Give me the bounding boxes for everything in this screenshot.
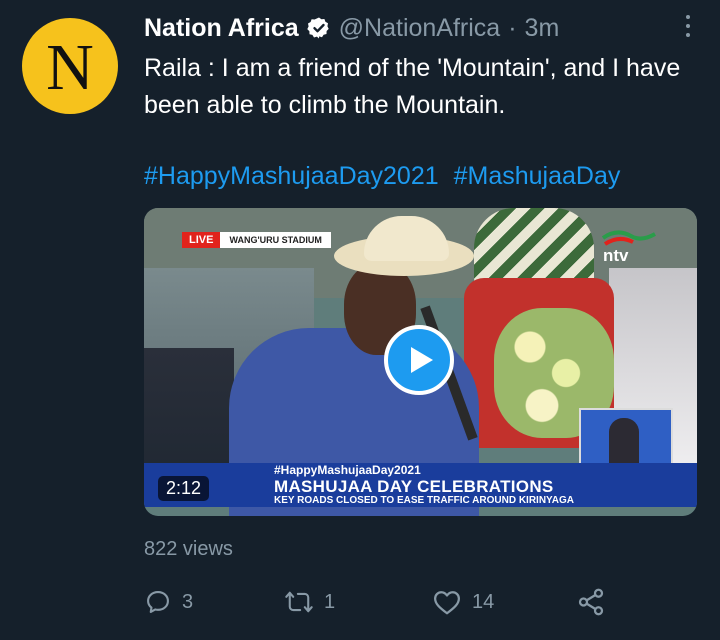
verified-badge-icon xyxy=(306,16,331,40)
view-count: 822 views xyxy=(144,538,233,560)
like-count: 14 xyxy=(472,590,495,613)
user-handle[interactable]: @NationAfrica xyxy=(339,14,501,43)
avatar-initial: N xyxy=(46,31,94,104)
banner-subtitle: KEY ROADS CLOSED TO EASE TRAFFIC AROUND … xyxy=(274,495,575,506)
share-button[interactable] xyxy=(576,586,616,618)
video-background-audience xyxy=(144,348,234,478)
retweet-count: 1 xyxy=(324,590,336,613)
hashtag-link[interactable]: #HappyMashujaaDay2021 xyxy=(144,162,439,190)
more-options-icon[interactable] xyxy=(678,12,698,40)
hashtag-line: #HappyMashujaaDay2021 #MashujaaDay xyxy=(144,162,620,191)
display-name[interactable]: Nation Africa xyxy=(144,14,299,43)
separator-dot: · xyxy=(508,13,517,42)
play-button[interactable] xyxy=(384,325,454,395)
hashtag-link[interactable]: #MashujaaDay xyxy=(454,162,621,190)
reply-icon xyxy=(147,591,169,613)
tweet-header: Nation Africa @NationAfrica · 3m xyxy=(144,12,700,44)
video-player[interactable]: LIVE WANG'URU STADIUM ntv #HappyMashujaa… xyxy=(144,208,697,516)
live-indicator: LIVE WANG'URU STADIUM xyxy=(182,232,331,248)
ntv-logo-icon: ntv xyxy=(601,230,656,264)
live-label: LIVE xyxy=(182,232,221,248)
banner-headline: MASHUJAA DAY CELEBRATIONS xyxy=(274,477,554,496)
location-label: WANG'URU STADIUM xyxy=(220,232,331,248)
video-duration: 2:12 xyxy=(158,476,210,501)
avatar[interactable]: N xyxy=(22,18,118,114)
sign-language-inset xyxy=(579,408,673,467)
channel-logo-text: ntv xyxy=(603,246,629,264)
news-lower-third: #HappyMashujaaDay2021 MASHUJAA DAY CELEB… xyxy=(144,463,697,507)
reply-button[interactable]: 3 xyxy=(144,586,193,618)
like-icon xyxy=(434,591,460,615)
timestamp[interactable]: 3m xyxy=(525,14,560,43)
retweet-icon xyxy=(285,591,313,613)
retweet-button[interactable]: 1 xyxy=(284,586,335,618)
play-icon xyxy=(411,347,433,373)
like-button[interactable]: 14 xyxy=(432,586,494,618)
tweet-actions: 3 1 14 xyxy=(144,586,614,618)
video-decoration-green xyxy=(474,208,594,288)
share-icon xyxy=(578,588,604,616)
banner-hashtag: #HappyMashujaaDay2021 xyxy=(274,463,421,477)
reply-count: 3 xyxy=(182,590,194,613)
tweet-text: Raila : I am a friend of the 'Mountain',… xyxy=(144,54,681,119)
sign-language-interpreter xyxy=(609,418,639,466)
